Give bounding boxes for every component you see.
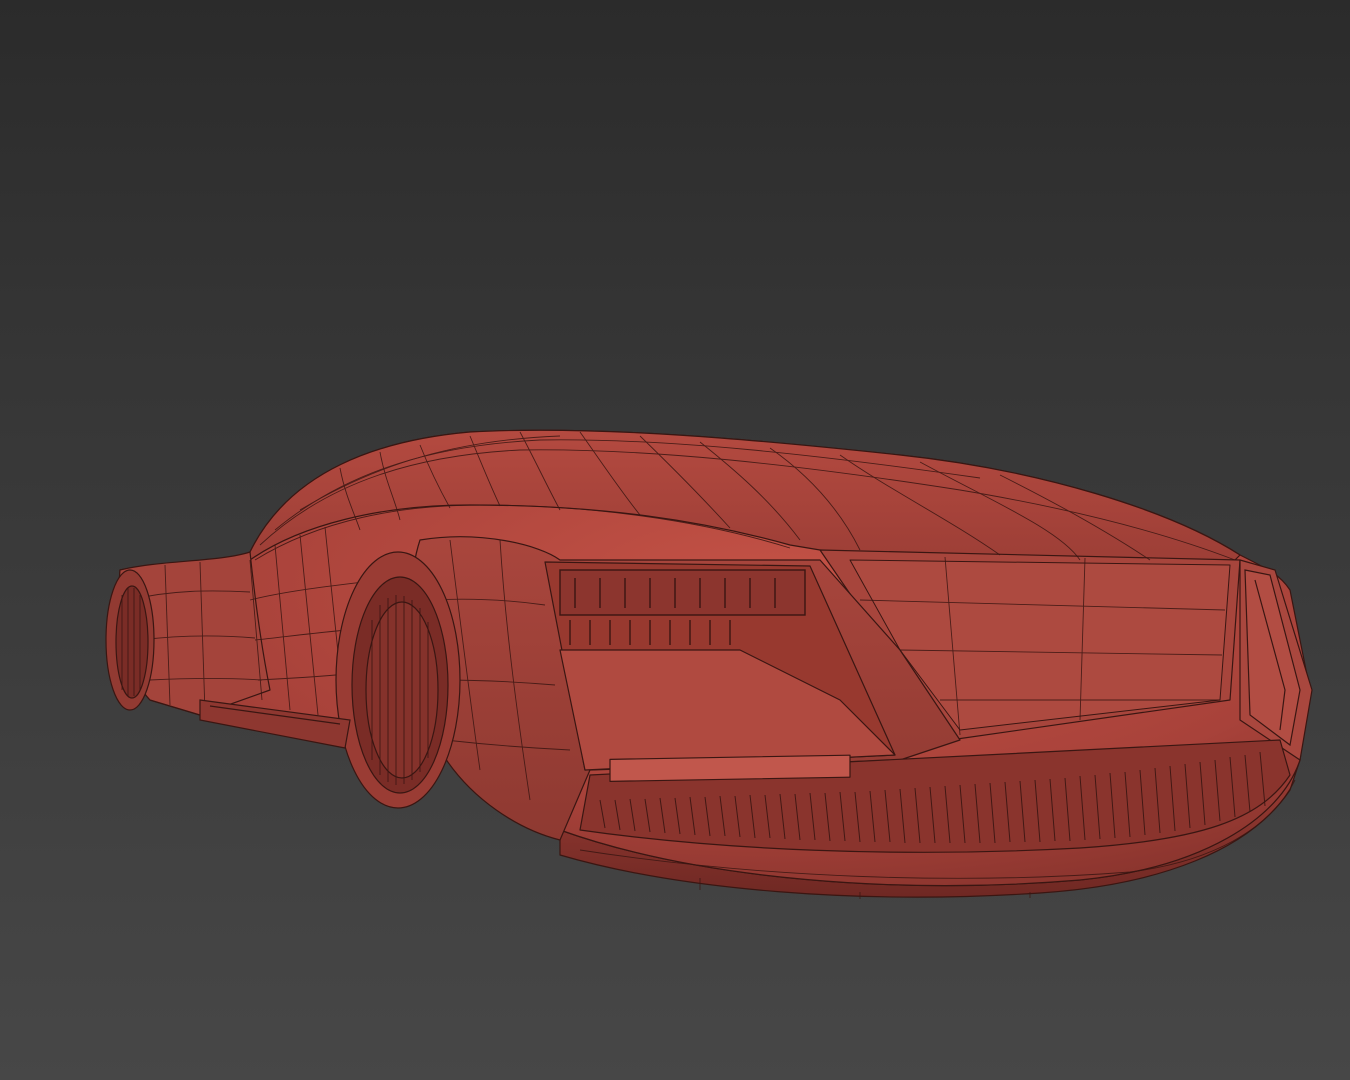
car-wireframe-render: [105, 429, 1313, 899]
rear-wheel: [335, 551, 461, 809]
car-body: [118, 429, 1313, 898]
3d-viewport[interactable]: [0, 0, 1350, 1080]
taillight-bar: [609, 754, 851, 782]
front-wheel: [105, 569, 155, 711]
